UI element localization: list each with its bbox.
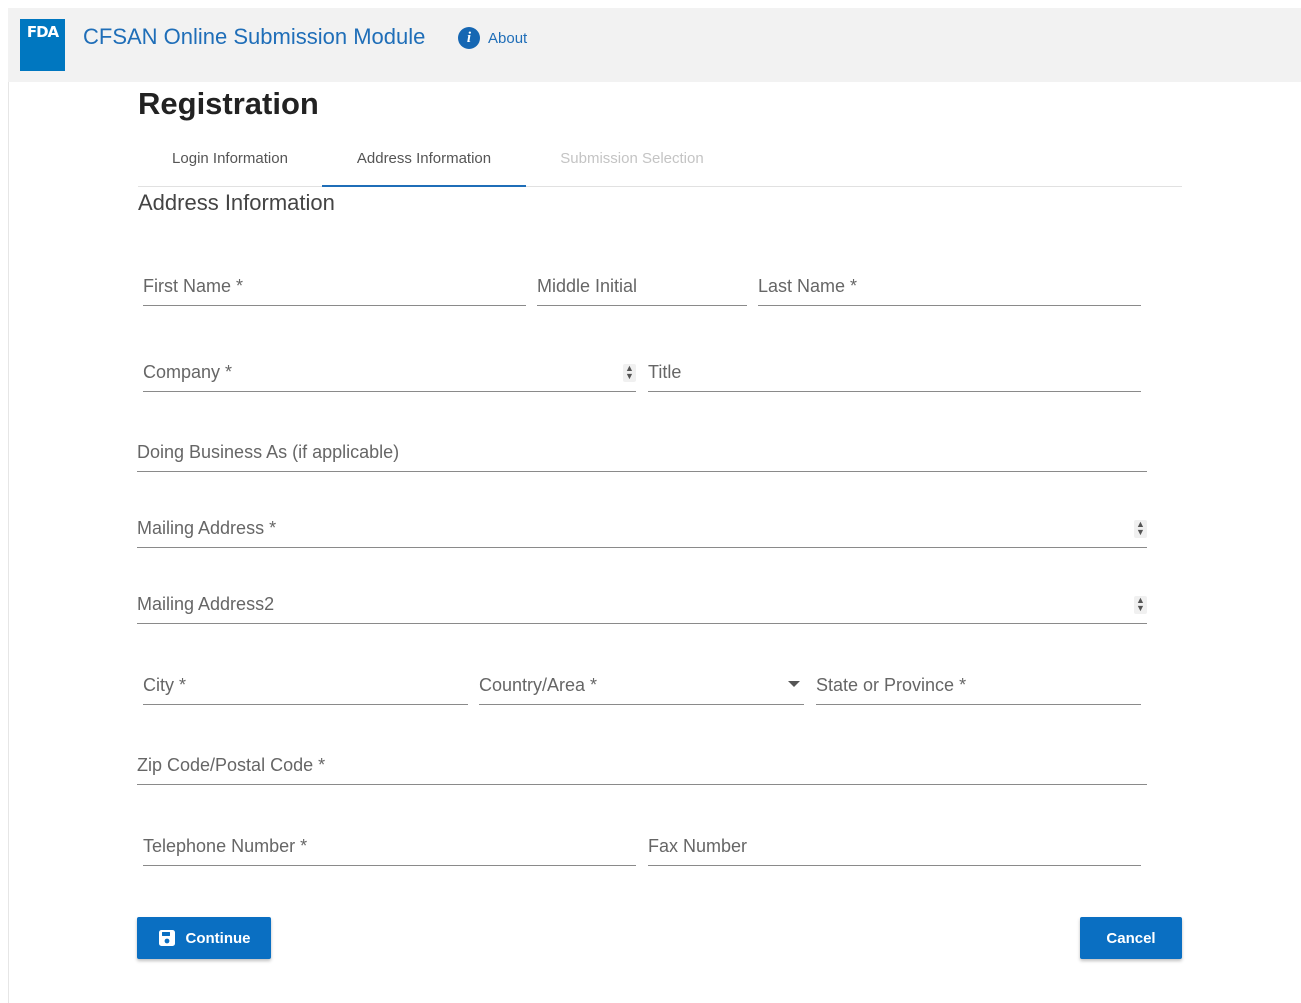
registration-tabs: Login Information Address Information Su… xyxy=(138,138,1182,187)
about-link[interactable]: i About xyxy=(458,24,527,52)
middle-initial-field[interactable]: Middle Initial xyxy=(537,266,747,306)
about-label: About xyxy=(488,29,528,47)
fax-label: Fax Number xyxy=(648,836,748,856)
telephone-label: Telephone Number * xyxy=(143,836,308,856)
resize-arrows-icon[interactable]: ▲ ▼ xyxy=(623,364,636,382)
tab-address-information[interactable]: Address Information xyxy=(322,138,526,187)
save-icon xyxy=(158,930,175,946)
fax-field[interactable]: Fax Number xyxy=(648,826,1141,866)
resize-arrows-icon[interactable]: ▲ ▼ xyxy=(1134,596,1147,614)
mailing-address2-label: Mailing Address2 xyxy=(137,594,275,614)
dba-field[interactable]: Doing Business As (if applicable) xyxy=(137,432,1147,472)
state-label: State or Province * xyxy=(816,675,967,695)
country-select[interactable]: Country/Area * xyxy=(479,665,804,705)
continue-label: Continue xyxy=(185,929,251,947)
middle-initial-label: Middle Initial xyxy=(537,276,638,296)
telephone-field[interactable]: Telephone Number * xyxy=(143,826,636,866)
zip-code-label: Zip Code/Postal Code * xyxy=(137,755,326,775)
city-label: City * xyxy=(143,675,187,695)
zip-code-field[interactable]: Zip Code/Postal Code * xyxy=(137,745,1147,785)
section-title: Address Information xyxy=(138,190,335,215)
fda-logo[interactable]: FDA xyxy=(20,19,65,71)
last-name-label: Last Name * xyxy=(758,276,858,296)
continue-button[interactable]: Continue xyxy=(137,917,271,959)
last-name-field[interactable]: Last Name * xyxy=(758,266,1141,306)
first-name-field[interactable]: First Name * xyxy=(143,266,526,306)
tab-submission-selection: Submission Selection xyxy=(560,150,704,167)
company-label: Company * xyxy=(143,362,233,382)
company-field[interactable]: Company * ▲ ▼ xyxy=(143,352,636,392)
app-title[interactable]: CFSAN Online Submission Module xyxy=(83,22,425,52)
first-name-label: First Name * xyxy=(143,276,244,296)
dropdown-caret-icon[interactable] xyxy=(788,681,800,687)
info-icon: i xyxy=(458,27,480,49)
state-field[interactable]: State or Province * xyxy=(816,665,1141,705)
title-field[interactable]: Title xyxy=(648,352,1141,392)
resize-arrows-icon[interactable]: ▲ ▼ xyxy=(1134,520,1147,538)
page-left-border xyxy=(8,82,9,1003)
cancel-label: Cancel xyxy=(1106,929,1156,947)
dba-label: Doing Business As (if applicable) xyxy=(137,442,400,462)
mailing-address-field[interactable]: Mailing Address * ▲ ▼ xyxy=(137,508,1147,548)
mailing-address2-field[interactable]: Mailing Address2 ▲ ▼ xyxy=(137,584,1147,624)
tab-login-information[interactable]: Login Information xyxy=(138,138,322,185)
country-label: Country/Area * xyxy=(479,675,598,695)
title-label: Title xyxy=(648,362,682,382)
cancel-button[interactable]: Cancel xyxy=(1080,917,1182,959)
page-title: Registration xyxy=(138,86,319,121)
city-field[interactable]: City * xyxy=(143,665,468,705)
mailing-address-label: Mailing Address * xyxy=(137,518,277,538)
